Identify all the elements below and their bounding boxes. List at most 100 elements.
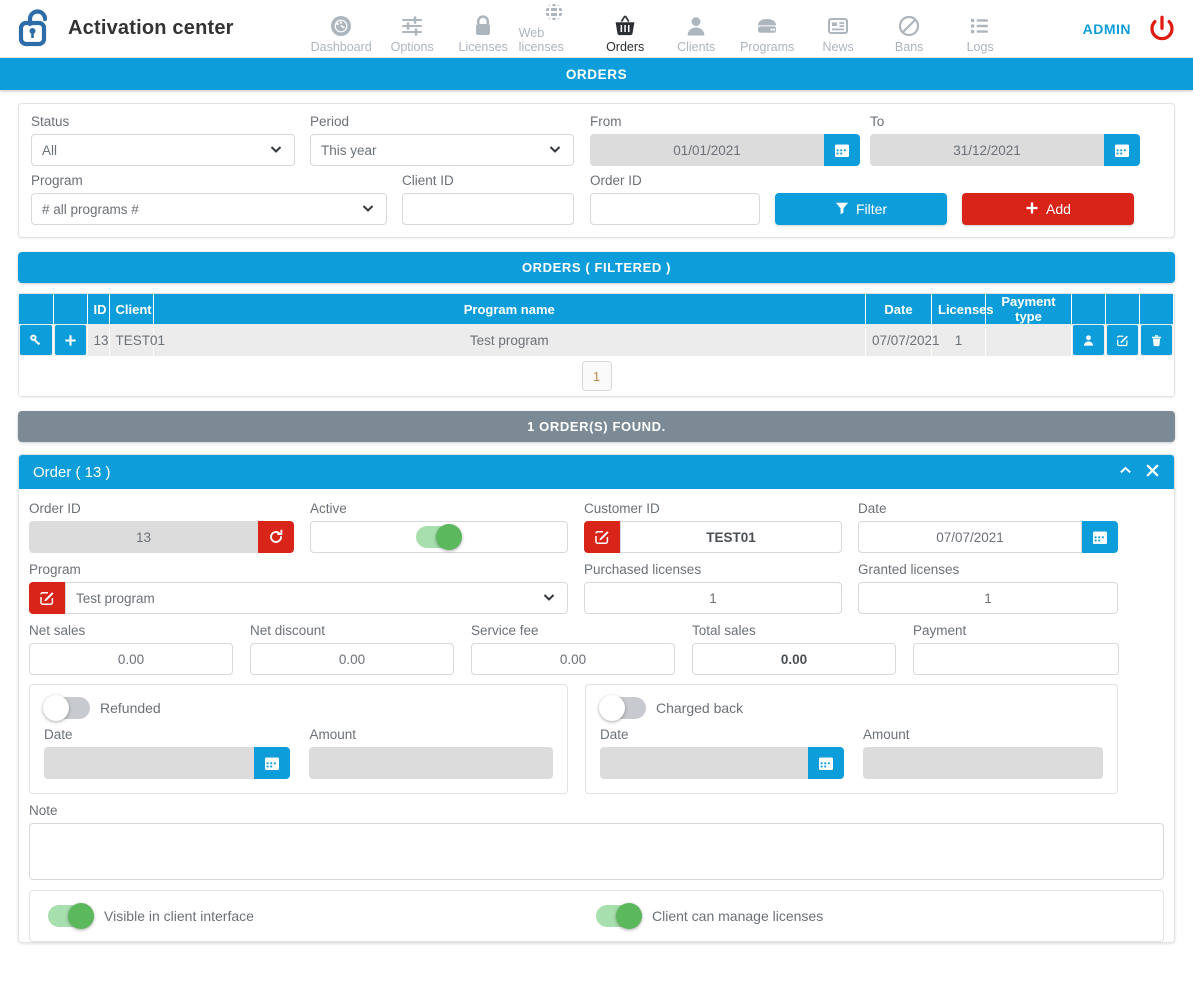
nav-item-licenses[interactable]: Licenses bbox=[448, 14, 519, 58]
refunded-date-value bbox=[44, 747, 255, 779]
th-program-name: Program name bbox=[153, 294, 866, 324]
status-select[interactable]: All bbox=[31, 134, 295, 166]
orders-table-card: ID Client Program name Date Licenses Pay… bbox=[18, 293, 1175, 397]
filter-order-id: Order ID bbox=[590, 173, 760, 225]
order-date-field: Date bbox=[858, 501, 1118, 553]
refunded-toggle[interactable] bbox=[43, 695, 90, 721]
net-discount-value[interactable] bbox=[250, 643, 454, 675]
nav-item-orders[interactable]: Orders bbox=[590, 14, 661, 58]
order-program-group: Test program bbox=[29, 582, 568, 614]
calendar-icon[interactable] bbox=[807, 747, 844, 779]
service-fee-value[interactable] bbox=[471, 643, 675, 675]
nav-label: Orders bbox=[606, 39, 645, 54]
server-icon bbox=[755, 14, 779, 38]
period-select[interactable]: This year bbox=[310, 134, 574, 166]
granted-licenses-value[interactable] bbox=[858, 582, 1118, 614]
edit-icon[interactable] bbox=[29, 582, 65, 614]
lock-icon bbox=[471, 14, 495, 38]
order-date-value[interactable] bbox=[858, 521, 1082, 553]
table-row: 13 TEST01 Test program 07/07/2021 1 bbox=[19, 324, 1174, 356]
power-icon[interactable] bbox=[1147, 14, 1177, 44]
program-select[interactable]: # all programs # bbox=[31, 193, 387, 225]
purchased-licenses-field: Purchased licenses bbox=[584, 562, 842, 614]
calendar-icon[interactable] bbox=[824, 134, 860, 166]
filter-button-label: Filter bbox=[855, 201, 888, 217]
calendar-icon[interactable] bbox=[1104, 134, 1140, 166]
total-sales-value[interactable] bbox=[692, 643, 896, 675]
filter-period: Period This year bbox=[310, 114, 574, 166]
refunded-section: Refunded Date Amount bbox=[29, 684, 568, 794]
app-header: Activation center Dashboard Options Lice… bbox=[0, 0, 1193, 58]
chevron-up-icon[interactable] bbox=[1118, 463, 1133, 482]
page-button-1[interactable]: 1 bbox=[581, 361, 612, 391]
user-icon bbox=[684, 14, 708, 38]
plus-icon bbox=[1025, 201, 1039, 218]
row-user-cell bbox=[1071, 324, 1106, 356]
order-program-value: Test program bbox=[76, 590, 155, 606]
edit-icon[interactable] bbox=[1107, 325, 1138, 355]
client-id-input[interactable] bbox=[402, 193, 574, 225]
filter-from: From bbox=[590, 114, 860, 166]
edit-icon[interactable] bbox=[584, 521, 620, 553]
order-program-select[interactable]: Test program bbox=[65, 582, 568, 614]
refunded-label: Refunded bbox=[100, 700, 161, 716]
net-sales-label: Net sales bbox=[29, 623, 86, 638]
th-key bbox=[19, 294, 54, 324]
plus-icon[interactable] bbox=[54, 325, 86, 355]
purchased-licenses-value[interactable] bbox=[584, 582, 842, 614]
key-icon[interactable] bbox=[20, 325, 52, 355]
nav-item-dashboard[interactable]: Dashboard bbox=[306, 14, 377, 58]
order-detail-panel: Order ( 13 ) Order ID 13 Active Customer… bbox=[18, 454, 1175, 943]
nav-item-clients[interactable]: Clients bbox=[661, 14, 732, 58]
net-sales-value[interactable] bbox=[29, 643, 233, 675]
row-program-name: Test program bbox=[153, 324, 866, 356]
calendar-icon[interactable] bbox=[1082, 521, 1118, 553]
nav-item-news[interactable]: News bbox=[803, 14, 874, 58]
globe-icon bbox=[542, 0, 566, 24]
charged-back-toggle[interactable] bbox=[599, 695, 646, 721]
row-date: 07/07/2021 bbox=[865, 324, 940, 356]
service-fee-field: Service fee bbox=[471, 623, 675, 675]
nav-label: News bbox=[822, 39, 854, 54]
to-date-input[interactable] bbox=[870, 134, 1104, 166]
trash-icon[interactable] bbox=[1141, 325, 1172, 355]
order-panel-title: Order ( 13 ) bbox=[33, 463, 111, 481]
active-toggle[interactable] bbox=[416, 524, 462, 550]
active-toggle-box bbox=[310, 521, 568, 553]
calendar-icon[interactable] bbox=[254, 747, 291, 779]
order-row-1: Order ID Active bbox=[29, 501, 1164, 553]
status-label: Status bbox=[31, 114, 70, 129]
client-can-manage-licenses-toggle[interactable] bbox=[596, 903, 642, 929]
close-icon[interactable] bbox=[1145, 463, 1160, 482]
nav-item-programs[interactable]: Programs bbox=[732, 14, 803, 58]
add-button[interactable]: Add bbox=[962, 193, 1134, 225]
toggle-knob bbox=[599, 695, 625, 721]
table-header-row: ID Client Program name Date Licenses Pay… bbox=[19, 294, 1174, 324]
charged-back-label: Charged back bbox=[656, 700, 744, 716]
refresh-icon[interactable] bbox=[258, 521, 294, 553]
payment-value[interactable] bbox=[913, 643, 1119, 675]
toggle-knob bbox=[43, 695, 69, 721]
row-licenses: 1 bbox=[931, 324, 986, 356]
charged-back-date-value bbox=[600, 747, 808, 779]
nav-item-bans[interactable]: Bans bbox=[874, 14, 945, 58]
refunded-date-label: Date bbox=[44, 727, 73, 742]
chevron-down-icon bbox=[547, 141, 563, 160]
user-icon[interactable] bbox=[1073, 325, 1104, 355]
from-date-input[interactable] bbox=[590, 134, 824, 166]
filter-button[interactable]: Filter bbox=[775, 193, 947, 225]
th-date: Date bbox=[865, 294, 932, 324]
customer-id-value[interactable] bbox=[620, 521, 842, 553]
note-textarea[interactable] bbox=[29, 823, 1164, 880]
nav-item-logs[interactable]: Logs bbox=[945, 14, 1016, 58]
client-can-manage-licenses-row: Client can manage licenses bbox=[596, 903, 823, 929]
admin-label[interactable]: ADMIN bbox=[1083, 21, 1131, 37]
nav-item-options[interactable]: Options bbox=[377, 14, 448, 58]
order-date-group bbox=[858, 521, 1118, 553]
nav-item-web-licenses[interactable]: Web licenses bbox=[519, 0, 590, 58]
order-id-input[interactable] bbox=[590, 193, 760, 225]
toggle-knob bbox=[616, 903, 642, 929]
net-discount-label: Net discount bbox=[250, 623, 326, 638]
filter-panel: Status All Period This year From 01/01/2… bbox=[18, 103, 1175, 238]
visible-in-client-interface-toggle[interactable] bbox=[48, 903, 94, 929]
